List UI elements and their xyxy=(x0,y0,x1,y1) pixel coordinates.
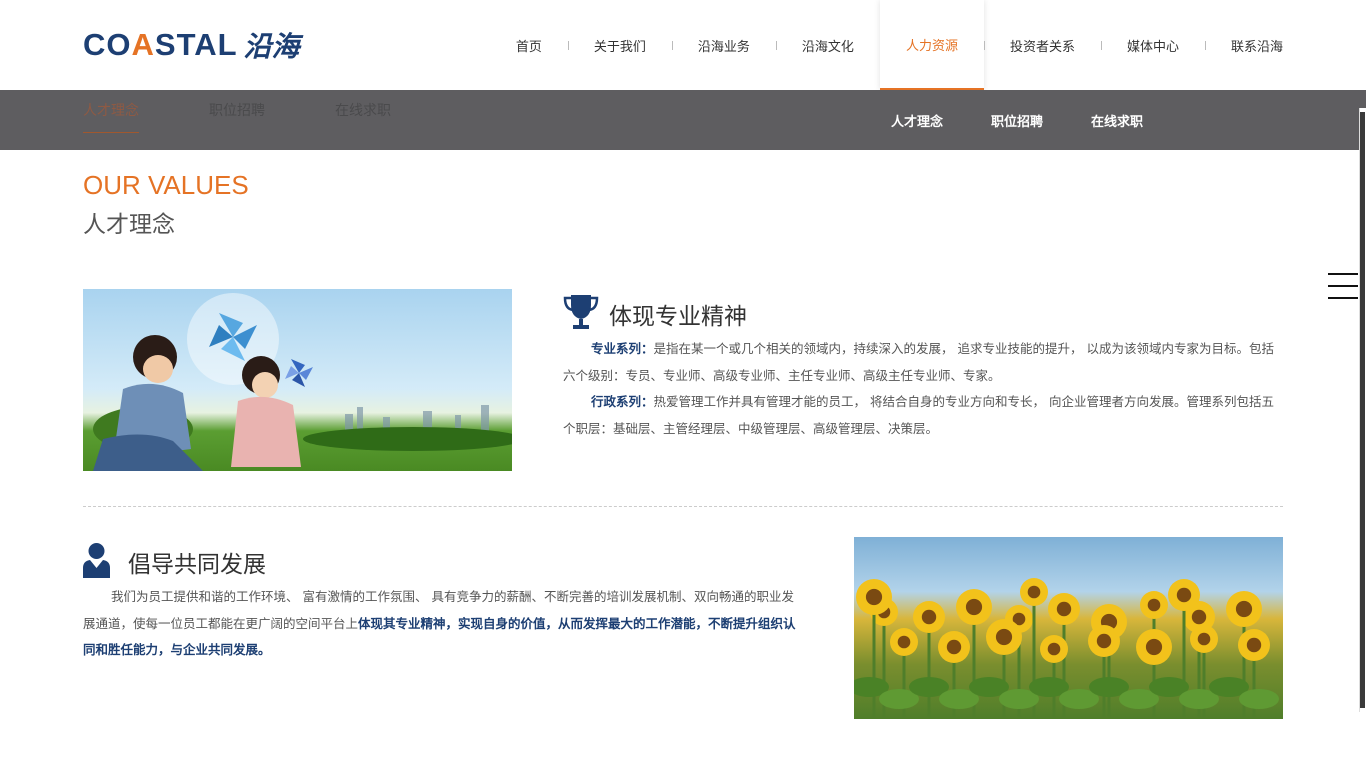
logo-text-en: COASTAL xyxy=(83,27,238,62)
nav-item-about[interactable]: 关于我们 xyxy=(567,0,672,90)
trophy-icon xyxy=(563,293,599,335)
sub-link-jobs[interactable]: 职位招聘 xyxy=(991,111,1043,130)
sub-links: 人才理念 职位招聘 在线求职 xyxy=(891,90,1191,150)
nav-item-investors[interactable]: 投资者关系 xyxy=(983,0,1101,90)
ghost-tab-apply: 在线求职 xyxy=(335,103,391,119)
professional-series-paragraph: 专业系列：是指在某一个或几个相关的领域内，持续深入的发展， 追求专业技能的提升，… xyxy=(563,336,1283,389)
user-icon xyxy=(83,542,110,582)
main-nav: 首页 关于我们 沿海业务 沿海文化 人力资源 投资者关系 媒体中心 联系沿海 xyxy=(490,0,1283,90)
admin-series-paragraph: 行政系列：热爱管理工作并具有管理才能的员工， 将结合自身的专业方向和专长， 向企… xyxy=(563,389,1283,442)
section-development-title: 倡导共同发展 xyxy=(128,552,266,578)
nav-item-culture[interactable]: 沿海文化 xyxy=(775,0,880,90)
ghost-tab-values: 人才理念 xyxy=(83,100,139,133)
logo-text-cn: 沿海 xyxy=(243,30,300,63)
hamburger-menu-icon[interactable] xyxy=(1328,273,1358,301)
nav-item-hr[interactable]: 人力资源 xyxy=(879,0,984,90)
nav-item-business[interactable]: 沿海业务 xyxy=(671,0,776,90)
children-pinwheel-illustration xyxy=(93,293,512,471)
site-header: COASTAL 沿海 首页 关于我们 沿海业务 沿海文化 人力资源 投资者关系 … xyxy=(0,0,1366,90)
professional-series-text: 是指在某一个或几个相关的领域内，持续深入的发展， 追求专业技能的提升， 以成为该… xyxy=(563,341,1274,383)
children-pinwheel-photo xyxy=(83,289,512,471)
section-development-header: 倡导共同发展 xyxy=(83,542,266,582)
admin-series-label: 行政系列： xyxy=(591,394,654,409)
development-paragraph: 我们为员工提供和谐的工作环境、 富有激情的工作氛围、 具有竞争力的薪酬、不断完善… xyxy=(83,584,805,664)
section-professional-header: 体现专业精神 xyxy=(563,293,747,335)
page-title-en: OUR VALUES xyxy=(83,170,249,200)
ghost-tabs: 人才理念 职位招聘 在线求职 xyxy=(83,100,461,133)
page: COASTAL 沿海 首页 关于我们 沿海业务 沿海文化 人力资源 投资者关系 … xyxy=(0,0,1366,768)
sub-nav-bar: 人才理念 职位招聘 在线求职 人才理念 职位招聘 在线求职 xyxy=(0,90,1366,150)
section-divider xyxy=(83,506,1283,507)
scrollbar-thumb[interactable] xyxy=(1360,112,1365,708)
sub-link-apply[interactable]: 在线求职 xyxy=(1091,111,1143,130)
nav-item-home[interactable]: 首页 xyxy=(490,0,568,90)
ghost-tab-jobs: 职位招聘 xyxy=(209,103,265,119)
sunflower-illustration xyxy=(854,578,1279,719)
nav-item-contact[interactable]: 联系沿海 xyxy=(1204,0,1283,90)
sub-link-values[interactable]: 人才理念 xyxy=(891,111,943,130)
nav-item-media[interactable]: 媒体中心 xyxy=(1100,0,1205,90)
page-title-cn: 人才理念 xyxy=(83,212,175,238)
professional-series-label: 专业系列： xyxy=(591,341,654,356)
section-professional-title: 体现专业精神 xyxy=(609,304,747,330)
sunflower-field-photo xyxy=(854,537,1283,719)
admin-series-text: 热爱管理工作并具有管理才能的员工， 将结合自身的专业方向和专长， 向企业管理者方… xyxy=(563,394,1274,436)
logo[interactable]: COASTAL 沿海 xyxy=(83,26,300,64)
